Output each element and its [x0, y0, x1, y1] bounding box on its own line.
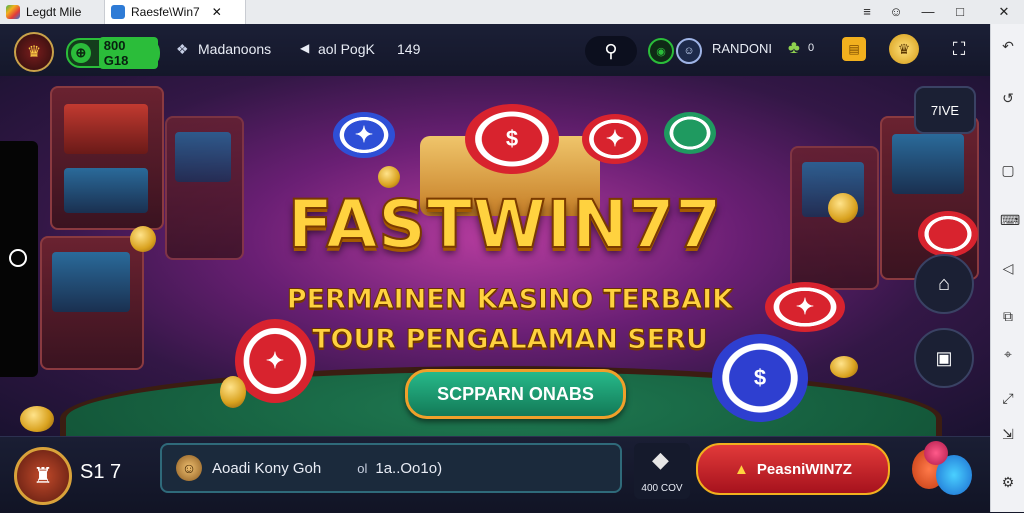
account-icon[interactable]: ☺ [886, 2, 906, 22]
account-prefix: ol [357, 460, 368, 476]
home-circle-icon[interactable] [9, 249, 27, 267]
close-window-button[interactable]: ✕ [994, 2, 1014, 22]
balance-pill[interactable]: ⊕ 800 G18 [66, 37, 160, 69]
profile-icon: ❖ [176, 41, 189, 57]
promo-banner[interactable]: ✦ $ ✦ ✦ $ ✦ FASTWIN77 PERMAINEN KASINO T… [0, 76, 990, 436]
cta-label: SCPPARN ONABS [437, 383, 594, 404]
slot-machine [165, 116, 244, 260]
gold-coin [828, 193, 858, 223]
balance-value: 800 G18 [98, 37, 158, 69]
expand-icon[interactable]: ⤢ [1000, 390, 1016, 406]
search-button[interactable]: ⚲ [585, 36, 637, 66]
gold-coin [378, 166, 400, 188]
account-value: 1a..Oo1o) [375, 459, 443, 477]
support-icon[interactable]: ☺ [676, 38, 702, 64]
search-icon: ⚲ [604, 40, 618, 61]
gold-coin [830, 356, 858, 378]
diamond-label: 400 COV [641, 483, 683, 494]
tab-label: Raesfe\Win7 [131, 5, 200, 19]
account-name: Aoadi Kony Goh [212, 459, 322, 477]
poker-chip: $ [465, 104, 559, 174]
balloons-icon[interactable] [912, 441, 974, 503]
back-icon[interactable]: ↶ [1000, 38, 1016, 54]
settings-icon[interactable]: ⚙ [1000, 474, 1016, 490]
gold-coin [220, 376, 246, 408]
random-label[interactable]: RANDONI [712, 41, 772, 56]
keyboard-icon[interactable]: ⌨ [1000, 212, 1020, 228]
game-bottombar: ♜ S1 7 ☺ Aoadi Kony Goh ol 1a..Oo1o) ◆ 4… [0, 436, 990, 513]
page-icon: ◀ [300, 41, 310, 55]
time-badge-label: 7IVE [930, 102, 960, 118]
banner-tagline: PERMAINEN KASINO TERBAIK [286, 284, 734, 316]
gold-coin [20, 406, 54, 432]
tab-active[interactable]: Raesfe\Win7 ✕ [104, 0, 246, 24]
fullscreen-icon[interactable]: ⛶ [946, 36, 972, 62]
location-icon[interactable]: ⌖ [1000, 346, 1016, 362]
poker-chip: ✦ [582, 114, 648, 164]
crown-icon: ♛ [26, 44, 42, 61]
poker-chip: ✦ [333, 112, 395, 158]
chip-symbol: $ [505, 126, 519, 151]
volume-icon[interactable]: ◁ [1000, 260, 1016, 276]
slot-machine [40, 236, 144, 370]
tab-label: Legdt Mile [26, 5, 82, 19]
avatar[interactable]: ♛ [14, 32, 54, 72]
menu-icon[interactable]: ≡ [857, 2, 877, 22]
promo-button[interactable]: ▲ PeasniWIN7Z [696, 443, 890, 495]
fullscreen-toggle-icon[interactable]: ⇲ [1000, 426, 1016, 442]
username-label[interactable]: Madanoons [198, 41, 271, 57]
layers-icon[interactable]: ⧉ [1000, 308, 1016, 324]
gold-coin [130, 226, 156, 252]
emulator-sidebar: ↶ ↺ ▢ ⌨ ◁ ⧉ ⌖ ⤢ ⇲ ⚙ [990, 24, 1024, 512]
cta-button[interactable]: SCPPARN ONABS [405, 369, 626, 419]
slot-machine [880, 116, 979, 280]
banner-subtagline: TOUR PENGALAMAN SERU [312, 324, 709, 356]
minimize-button[interactable]: — [918, 2, 938, 22]
arrow-up-icon: ▲ [734, 460, 749, 478]
chat-icon[interactable]: ◉ [648, 38, 674, 64]
gift-count: 0 [808, 42, 815, 54]
maximize-button[interactable]: □ [950, 2, 970, 22]
side-drawer-tab[interactable] [0, 141, 38, 377]
window-titlebar: Legdt Mile Raesfe\Win7 ✕ ≡ ☺ — □ ✕ [0, 0, 1024, 25]
page-count: 149 [397, 41, 421, 57]
mail-icon[interactable]: ▤ [842, 37, 866, 61]
screenshot-icon[interactable]: ▢ [1000, 162, 1016, 178]
gift-icon[interactable]: ♣ [788, 37, 800, 58]
tab-first[interactable]: Legdt Mile [0, 0, 104, 24]
game-topbar: ♛ ⊕ 800 G18 ❖ Madanoons ◀ aol PogK 149 ⚲… [0, 24, 990, 76]
banner-logo: FASTWIN77 [287, 185, 723, 264]
bag-icon[interactable]: ▣ [914, 328, 974, 388]
poker-chip [664, 112, 716, 154]
rotate-icon[interactable]: ↺ [1000, 90, 1016, 106]
level-label: S1 7 [80, 461, 122, 483]
app-icon [6, 5, 20, 19]
wallet-icon: ⊕ [71, 43, 91, 63]
promo-button-label: PeasniWIN7Z [756, 460, 852, 478]
diamond-button[interactable]: ◆ 400 COV [634, 443, 690, 499]
camera-icon[interactable]: ⌂ [914, 254, 974, 314]
hat-icon[interactable]: ♜ [14, 447, 72, 505]
account-panel[interactable]: ☺ Aoadi Kony Goh ol 1a..Oo1o) [160, 443, 622, 493]
chip-symbol: $ [753, 365, 767, 390]
poker-chip [918, 211, 978, 257]
diamond-icon: ◆ [652, 447, 669, 472]
browser-icon [111, 5, 125, 19]
user-avatar-icon: ☺ [176, 455, 202, 481]
time-badge[interactable]: 7IVE [914, 86, 976, 134]
close-tab-icon[interactable]: ✕ [212, 5, 222, 19]
crown-button[interactable]: ♛ [889, 34, 919, 64]
page-label[interactable]: aol PogK [318, 41, 375, 57]
slot-machine [50, 86, 164, 230]
